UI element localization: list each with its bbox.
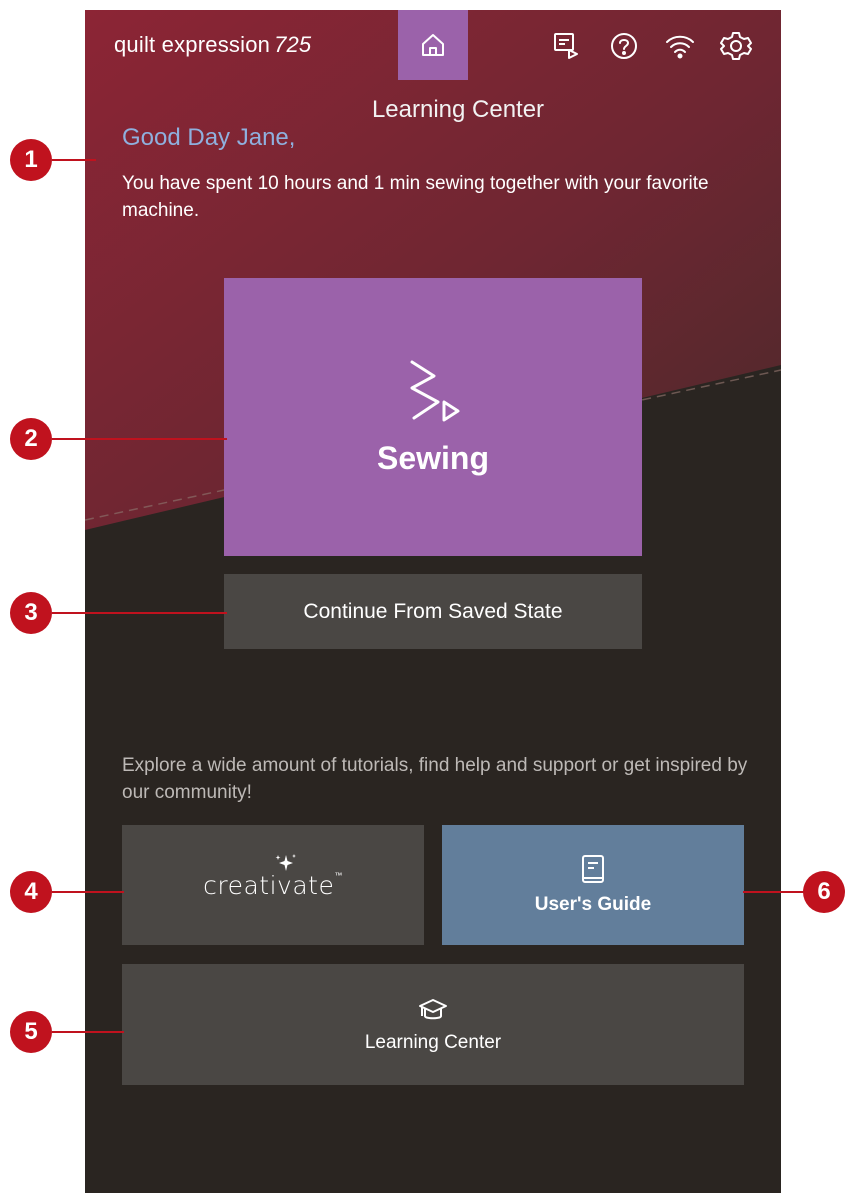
brand-model: 725 (274, 32, 312, 57)
wifi-button[interactable] (664, 30, 696, 62)
sewing-time-message: You have spent 10 hours and 1 min sewing… (122, 173, 709, 221)
tutorial-screen-icon (554, 33, 578, 59)
callout-6: 6 (803, 871, 845, 913)
tutorial-screen-button[interactable] (551, 30, 583, 62)
callout-line-4 (52, 891, 124, 893)
callout-1: 1 (10, 139, 52, 181)
settings-icon (720, 32, 752, 60)
callout-line-6 (743, 891, 805, 893)
home-icon (422, 34, 444, 56)
top-bar: quilt expression 725 (85, 10, 781, 80)
sewing-button[interactable]: Sewing (224, 278, 642, 556)
book-icon (582, 855, 604, 883)
creativate-logo-text: creativate (203, 870, 335, 900)
learning-center-button[interactable]: Learning Center (122, 964, 744, 1085)
callout-3: 3 (10, 592, 52, 634)
callout-4: 4 (10, 871, 52, 913)
sewing-label: Sewing (376, 439, 489, 476)
callout-line-1 (52, 159, 96, 161)
callout-line-5 (52, 1031, 124, 1033)
wifi-icon (666, 35, 694, 59)
explore-description: Explore a wide amount of tutorials, find… (122, 755, 748, 803)
graduation-cap-icon (419, 998, 447, 1019)
callout-line-3 (52, 612, 227, 614)
sparkle-icon (275, 853, 297, 871)
users-guide-button[interactable]: User's Guide (442, 825, 744, 945)
callout-5: 5 (10, 1011, 52, 1053)
callout-line-2 (52, 438, 227, 440)
sewing-stitch-icon (410, 360, 460, 421)
settings-button[interactable] (720, 30, 752, 62)
callout-2: 2 (10, 418, 52, 460)
creativate-button[interactable]: creativate™ (122, 825, 424, 945)
machine-screen: quilt expression 725 Learning Center Goo… (85, 10, 781, 1193)
brand-logo: quilt expression 725 (114, 32, 311, 58)
continue-saved-state-button[interactable]: Continue From Saved State (224, 574, 642, 649)
help-icon (611, 33, 637, 59)
greeting-text: Good Day Jane, (122, 124, 296, 151)
page-title: Learning Center (371, 96, 545, 123)
home-button[interactable] (398, 10, 468, 80)
creativate-logo: creativate™ (203, 853, 343, 900)
users-guide-label: User's Guide (534, 894, 652, 915)
learning-center-label: Learning Center (364, 1031, 502, 1053)
help-button[interactable] (608, 30, 640, 62)
brand-name: quilt expression (114, 32, 271, 57)
